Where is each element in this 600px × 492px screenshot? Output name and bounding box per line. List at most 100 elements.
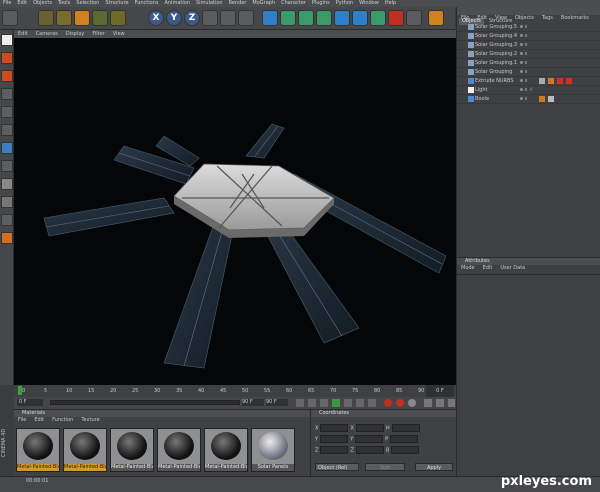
rotate-icon[interactable] [92, 10, 108, 26]
end-frame-b[interactable]: 90 F [266, 399, 288, 406]
viewport-menu-display[interactable]: Display [66, 31, 84, 37]
go-start-icon[interactable] [296, 399, 304, 407]
polygons-tool-icon[interactable] [1, 142, 13, 154]
rotation-field[interactable] [391, 424, 420, 432]
visibility-dot[interactable] [520, 97, 523, 100]
next-frame-icon[interactable] [344, 399, 352, 407]
3d-viewport[interactable] [14, 38, 456, 385]
viewport-menu-cameras[interactable]: Cameras [36, 31, 58, 37]
workplane-icon[interactable] [1, 196, 13, 208]
size-field[interactable] [355, 446, 384, 454]
visibility-dot[interactable] [520, 34, 523, 37]
position-field[interactable] [320, 435, 349, 443]
menu-character[interactable]: Character [281, 0, 306, 6]
menu-functions[interactable]: Functions [135, 0, 159, 6]
object-row[interactable]: Solar Grouping [457, 68, 600, 77]
object-row[interactable]: Solar Grouping.5 [457, 23, 600, 32]
array-icon[interactable] [316, 10, 332, 26]
play-icon[interactable] [332, 399, 340, 407]
menu-selection[interactable]: Selection [76, 0, 99, 6]
tag-icon[interactable] [548, 78, 554, 84]
menu-animation[interactable]: Animation [164, 0, 190, 6]
menu-mograph[interactable]: MoGraph [252, 0, 275, 6]
spline-icon[interactable] [280, 10, 296, 26]
size-field[interactable] [355, 424, 384, 432]
material-swatch[interactable]: Metal-Painted-Bla [63, 428, 107, 472]
visibility-dot[interactable] [520, 43, 523, 46]
live-selection-icon[interactable] [110, 10, 126, 26]
rotation-field[interactable] [390, 435, 419, 443]
tag-icon[interactable] [548, 96, 554, 102]
x-axis-button[interactable]: X [148, 10, 164, 26]
tag-icon[interactable] [566, 78, 572, 84]
object-row[interactable]: Extrude NURBS [457, 77, 600, 86]
position-key-icon[interactable] [424, 399, 432, 407]
material-swatch[interactable]: Solar Panels [251, 428, 295, 472]
nurbs-icon[interactable] [298, 10, 314, 26]
scale-icon[interactable] [74, 10, 90, 26]
tag-icon[interactable] [539, 96, 545, 102]
edges-tool-icon[interactable] [1, 124, 13, 136]
menu-help[interactable]: Help [385, 0, 396, 6]
object-menu-file[interactable]: File [461, 15, 469, 21]
tag-icon[interactable] [539, 78, 545, 84]
materials-menu-function[interactable]: Function [52, 417, 73, 423]
world-coordinates-icon[interactable] [202, 10, 218, 26]
tag-icon[interactable] [557, 78, 563, 84]
rotation-key-icon[interactable] [448, 399, 455, 407]
camera-icon[interactable] [388, 10, 404, 26]
menu-window[interactable]: Window [359, 0, 379, 6]
apply-button[interactable]: Apply [415, 463, 453, 471]
environment-icon[interactable] [370, 10, 386, 26]
visibility-dot[interactable] [520, 25, 523, 28]
autokey-icon[interactable] [396, 399, 404, 407]
frame-field[interactable]: 0 F [426, 385, 454, 397]
enable-toggle[interactable] [525, 97, 527, 100]
enable-toggle[interactable] [525, 25, 527, 28]
layout-icon[interactable] [428, 10, 444, 26]
menu-plugins[interactable]: Plugins [312, 0, 330, 6]
materials-menu-edit[interactable]: Edit [34, 417, 44, 423]
render-picture-icon[interactable] [238, 10, 254, 26]
object-row[interactable]: Solar Grouping.4 [457, 32, 600, 41]
materials-menu-file[interactable]: File [18, 417, 26, 423]
move-icon[interactable] [56, 10, 72, 26]
rotation-field[interactable] [391, 446, 420, 454]
size-field[interactable] [355, 435, 384, 443]
end-frame-a[interactable]: 90 F [242, 399, 264, 406]
light-icon[interactable] [406, 10, 422, 26]
menu-render[interactable]: Render [229, 0, 247, 6]
material-swatch[interactable]: Metal-Painted-Bla [204, 428, 248, 472]
menu-objects[interactable]: Objects [33, 0, 52, 6]
visibility-dot[interactable] [520, 52, 523, 55]
menu-simulation[interactable]: Simulation [196, 0, 223, 6]
make-editable-icon[interactable] [1, 34, 13, 46]
material-swatch[interactable]: Metal-Painted-Bla [16, 428, 60, 472]
size-mode-dropdown[interactable]: Size [365, 463, 405, 471]
viewport-menu-filter[interactable]: Filter [92, 31, 104, 37]
visibility-dot[interactable] [520, 88, 523, 91]
deformer-icon[interactable] [334, 10, 350, 26]
menu-file[interactable]: File [3, 0, 11, 6]
enable-toggle[interactable] [525, 61, 527, 64]
go-end-icon[interactable] [368, 399, 376, 407]
move-tool-icon[interactable] [38, 10, 54, 26]
enable-toggle[interactable] [525, 70, 527, 73]
menu-tools[interactable]: Tools [58, 0, 70, 6]
coordinate-mode-dropdown[interactable]: Object (Rel) [315, 463, 359, 471]
materials-menu-texture[interactable]: Texture [81, 417, 99, 423]
visibility-dot[interactable] [520, 70, 523, 73]
points-tool-icon[interactable] [1, 106, 13, 118]
frame-range-slider[interactable] [50, 400, 240, 405]
enable-toggle[interactable] [525, 88, 527, 91]
visibility-dot[interactable] [520, 61, 523, 64]
enable-toggle[interactable] [525, 34, 527, 37]
object-axis-icon[interactable] [1, 88, 13, 100]
material-swatch[interactable]: Metal-Painted-Bla [110, 428, 154, 472]
render-view-icon[interactable] [220, 10, 236, 26]
prev-frame-icon[interactable] [320, 399, 328, 407]
position-field[interactable] [320, 424, 349, 432]
grid-icon[interactable] [1, 214, 13, 226]
object-menu-edit[interactable]: Edit [477, 15, 487, 21]
object-row[interactable]: Solar Grouping.2 [457, 50, 600, 59]
